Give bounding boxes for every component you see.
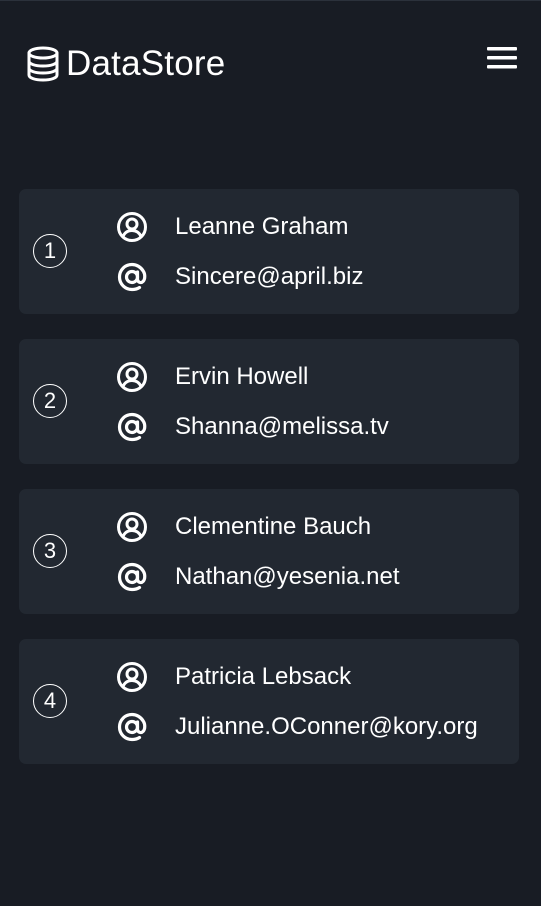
user-email: Nathan@yesenia.net (175, 563, 400, 590)
user-number-badge: 1 (33, 234, 67, 268)
user-email: Shanna@melissa.tv (175, 413, 389, 440)
at-sign-icon (115, 410, 149, 444)
user-name: Ervin Howell (175, 363, 309, 390)
user-email: Sincere@april.biz (175, 263, 364, 290)
user-email-row: Sincere@april.biz (115, 260, 363, 294)
user-email-row: Shanna@melissa.tv (115, 410, 389, 444)
user-name-row: Ervin Howell (115, 360, 308, 394)
user-circle-icon (115, 660, 149, 694)
user-number-badge: 2 (33, 384, 67, 418)
user-card[interactable]: 2 Ervin Howell Shanna@melissa.tv (19, 339, 519, 464)
menu-button[interactable] (484, 46, 520, 74)
user-name: Clementine Bauch (175, 513, 372, 540)
user-circle-icon (115, 360, 149, 394)
user-email: Julianne.OConner@kory.org (175, 713, 478, 740)
user-circle-icon (115, 210, 149, 244)
database-icon (26, 46, 60, 82)
user-number-badge: 3 (33, 534, 67, 568)
user-list: 1 Leanne Graham Sincere@april.biz 2 Ervi… (19, 189, 519, 789)
user-card[interactable]: 1 Leanne Graham Sincere@april.biz (19, 189, 519, 314)
user-name-row: Clementine Bauch (115, 510, 371, 544)
user-circle-icon (115, 510, 149, 544)
at-sign-icon (115, 710, 149, 744)
user-number-badge: 4 (33, 684, 67, 718)
user-card[interactable]: 4 Patricia Lebsack Julianne.OConner@kory… (19, 639, 519, 764)
at-sign-icon (115, 560, 149, 594)
app-title: DataStore (66, 44, 226, 83)
brand-link[interactable]: DataStore (26, 44, 225, 84)
user-card[interactable]: 3 Clementine Bauch Nathan@yesenia.net (19, 489, 519, 614)
hamburger-menu-icon (487, 46, 517, 75)
user-name-row: Patricia Lebsack (115, 660, 351, 694)
user-email-row: Nathan@yesenia.net (115, 560, 400, 594)
user-name-row: Leanne Graham (115, 210, 348, 244)
app-header: DataStore (0, 0, 541, 130)
user-name: Leanne Graham (175, 213, 349, 240)
at-sign-icon (115, 260, 149, 294)
user-name: Patricia Lebsack (175, 663, 352, 690)
user-email-row: Julianne.OConner@kory.org (115, 710, 478, 744)
